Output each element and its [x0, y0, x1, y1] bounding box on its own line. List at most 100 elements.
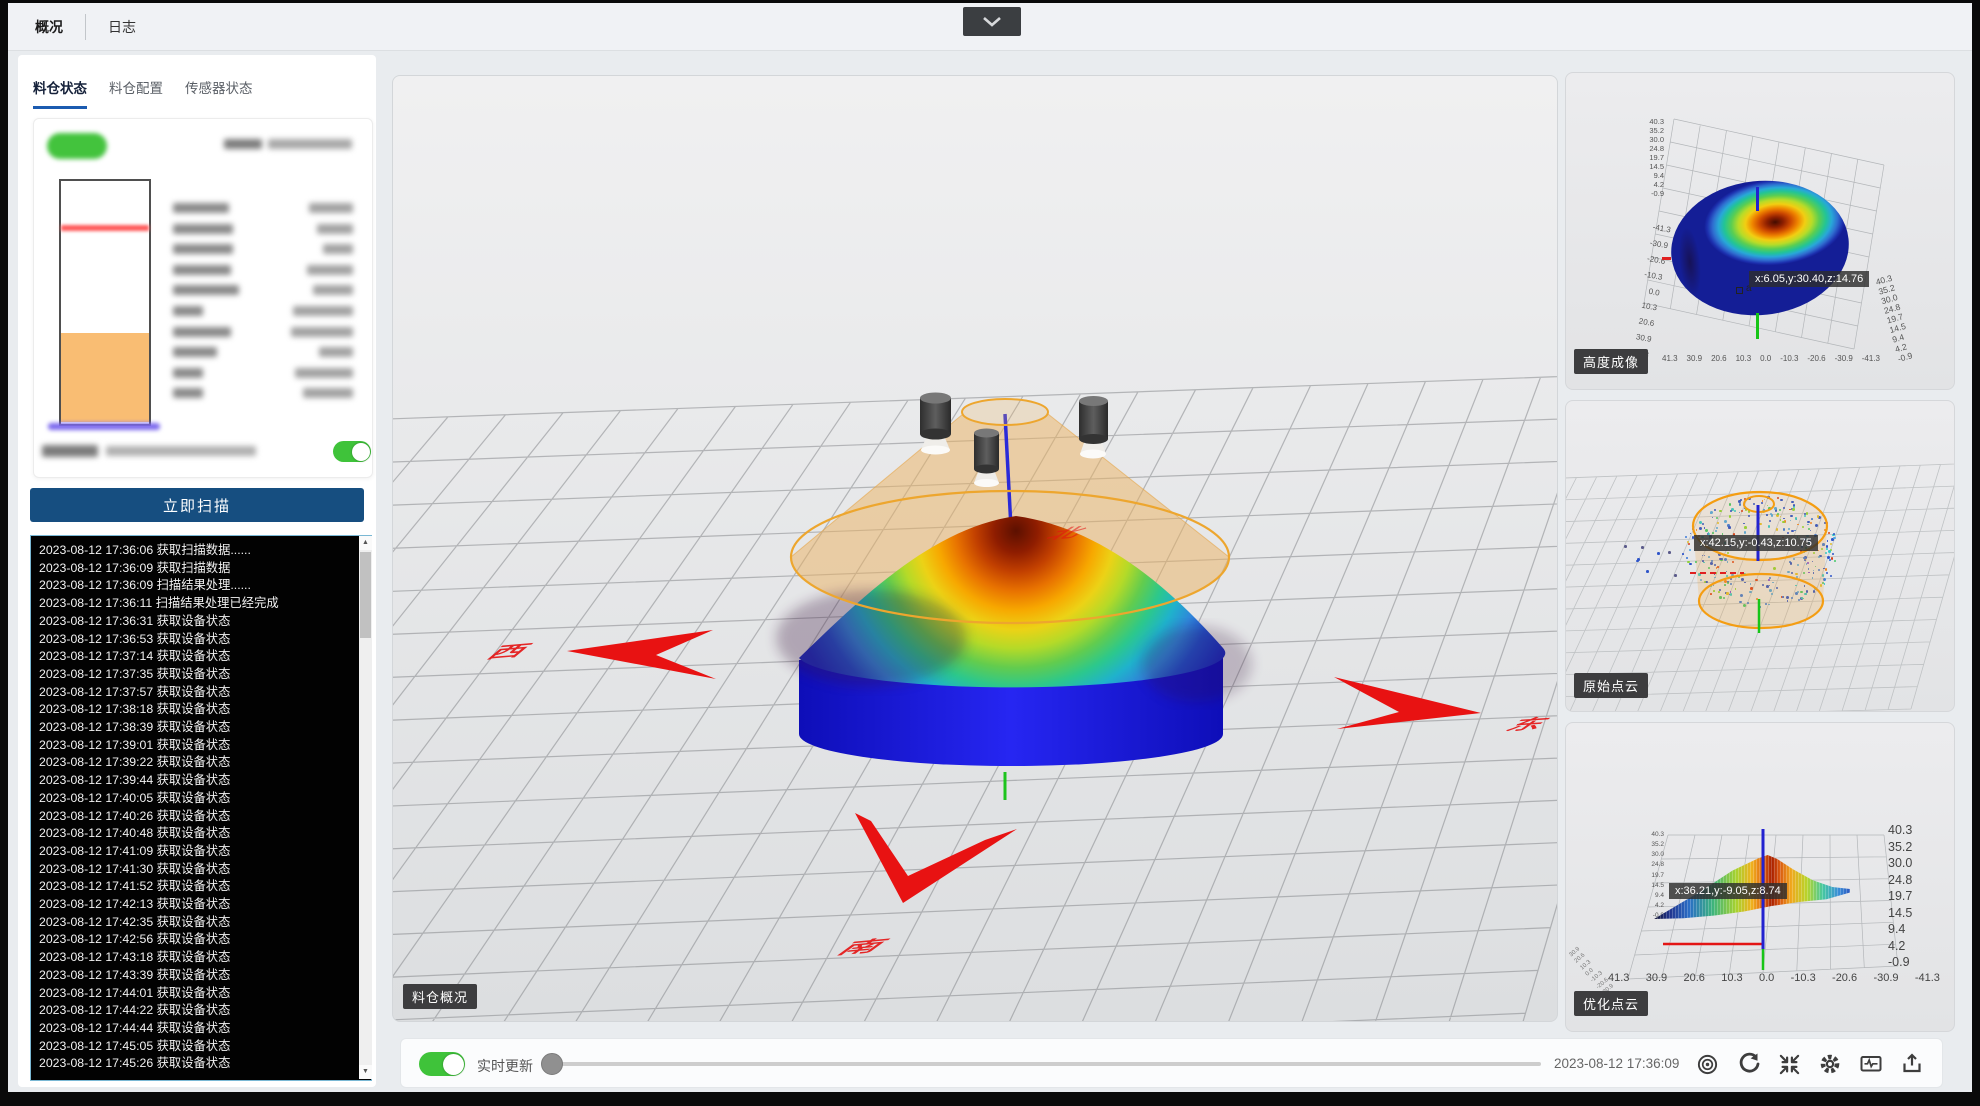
silo-status-card [33, 118, 373, 478]
optimized-cloud-panel[interactable]: 40.3 35.2 30.0 24.8 19.7 14.5 9.4 4.2 -0.9 40.3 3… [1565, 722, 1955, 1032]
log-entry: 2023-08-12 17:41:52 获取设备状态 [39, 879, 231, 894]
picked-point-marker [1736, 287, 1743, 294]
collapse-header-button[interactable] [963, 7, 1021, 36]
timeline-slider-track[interactable] [546, 1062, 1541, 1066]
raw-cloud-label: 原始点云 [1574, 673, 1649, 698]
playback-bar: 实时更新 2023-08-12 17:36:09 [400, 1038, 1943, 1088]
console-scrollbar[interactable]: ▲ ▼ [359, 536, 372, 1079]
settings-icon [1820, 1054, 1840, 1074]
log-entry: 2023-08-12 17:41:30 获取设备状态 [39, 861, 231, 876]
realtime-toggle[interactable] [419, 1052, 465, 1076]
raw-cloud-panel[interactable]: x:42.15,y:-0.43,z:10.75 原始点云 [1565, 400, 1955, 712]
axis-green [1756, 313, 1759, 339]
log-entry: 2023-08-12 17:40:05 获取设备状态 [39, 790, 231, 805]
tab-overview[interactable]: 概况 [35, 17, 63, 37]
sidebar-tab-silo-config[interactable]: 料仓配置 [109, 77, 163, 109]
raw-cloud-tooltip: x:42.15,y:-0.43,z:10.75 [1694, 535, 1818, 551]
compass-arrow-west [567, 630, 716, 679]
monitor-button[interactable] [1857, 1050, 1885, 1078]
monitor-icon [1860, 1056, 1882, 1072]
pile-shadow-left [776, 590, 966, 686]
sidebar-tab-sensor-status[interactable]: 传感器状态 [185, 77, 253, 109]
axis-red [1662, 257, 1671, 260]
height-map-panel[interactable]: 40.3 35.2 30.0 24.8 19.7 14.5 9.4 4.2 -0.9 -41.3… [1565, 72, 1955, 390]
scroll-down-arrow[interactable]: ▼ [359, 1065, 372, 1079]
log-entry: 2023-08-12 17:36:31 获取设备状态 [39, 613, 231, 628]
axis-blue [1756, 187, 1759, 211]
log-entry: 2023-08-12 17:36:53 获取设备状态 [39, 631, 231, 646]
log-entry: 2023-08-12 17:36:09 扫描结果处理...... [39, 578, 251, 593]
sensor-center [974, 428, 999, 487]
gauge-fill-level [61, 333, 149, 422]
height-map-x-ticks: 41.3 30.9 20.6 10.3 0.0 -10.3 -20.6 -30.9 -41.3 [1662, 354, 1880, 363]
tab-log[interactable]: 日志 [108, 17, 136, 37]
scan-now-button[interactable]: 立即扫描 [30, 488, 364, 522]
log-console[interactable]: 2023-08-12 17:36:06 获取扫描数据...... 2023-08-… [30, 535, 372, 1081]
log-entry: 2023-08-12 17:45:05 获取设备状态 [39, 1038, 231, 1053]
gauge-baseline [48, 423, 160, 430]
silo-auto-toggle[interactable] [333, 441, 371, 462]
raw-cloud-overlay [1690, 490, 1829, 633]
locate-button[interactable] [1693, 1050, 1721, 1078]
redacted-label [224, 139, 262, 149]
silo-3d-scene [567, 392, 1481, 903]
toolbar-icons [1693, 1050, 1926, 1078]
log-entry: 2023-08-12 17:37:35 获取设备状态 [39, 666, 231, 681]
silo-level-gauge [59, 179, 151, 426]
toggle-knob [442, 1053, 464, 1075]
log-entry: 2023-08-12 17:38:39 获取设备状态 [39, 720, 231, 735]
optimized-cloud-tooltip: x:36.21,y:-9.05,z:8.74 [1669, 883, 1787, 899]
compass-arrow-south [855, 813, 1017, 903]
shrink-button[interactable] [1775, 1050, 1803, 1078]
scroll-up-arrow[interactable]: ▲ [359, 536, 372, 550]
sensor-right [1079, 396, 1108, 459]
refresh-button[interactable] [1734, 1050, 1762, 1078]
height-map-label: 高度成像 [1574, 349, 1649, 374]
realtime-label: 实时更新 [477, 1058, 533, 1074]
log-entry: 2023-08-12 17:43:39 获取设备状态 [39, 967, 231, 982]
silo-3d-view[interactable]: 西 南 北 东 料仓概况 [392, 75, 1558, 1022]
redacted-footer-time [106, 446, 256, 456]
sidebar: 料仓状态 料仓配置 传感器状态 立即扫描 2023-08-12 17:36:06… [18, 55, 376, 1087]
log-entry: 2023-08-12 17:39:01 获取设备状态 [39, 737, 231, 752]
sidebar-tabs: 料仓状态 料仓配置 传感器状态 [33, 77, 253, 109]
pile-shadow-right [1142, 626, 1252, 702]
settings-button[interactable] [1816, 1050, 1844, 1078]
export-icon [1903, 1053, 1921, 1073]
scan-ring-small [961, 398, 1049, 426]
status-badge [47, 133, 107, 159]
log-entry: 2023-08-12 17:43:18 获取设备状态 [39, 950, 231, 965]
export-button[interactable] [1898, 1050, 1926, 1078]
height-map-z-ticks: 40.3 35.2 30.0 24.8 19.7 14.5 9.4 4.2 -0.9 [1649, 117, 1664, 198]
toggle-knob [351, 442, 370, 461]
log-entry: 2023-08-12 17:42:35 获取设备状态 [39, 914, 231, 929]
chevron-down-icon [983, 17, 1001, 27]
scrollbar-thumb[interactable] [360, 552, 371, 638]
optimized-cloud-label: 优化点云 [1574, 991, 1649, 1016]
log-entry: 2023-08-12 17:36:09 获取扫描数据 [39, 560, 231, 575]
log-entry: 2023-08-12 17:44:44 获取设备状态 [39, 1020, 231, 1035]
log-entry: 2023-08-12 17:40:26 获取设备状态 [39, 808, 231, 823]
log-entry: 2023-08-12 17:39:22 获取设备状态 [39, 755, 231, 770]
sidebar-tab-silo-status[interactable]: 料仓状态 [33, 77, 87, 109]
timeline-slider-handle[interactable] [541, 1053, 563, 1075]
redacted-value [268, 139, 352, 149]
compass-arrow-east [1334, 677, 1481, 729]
main-view-label: 料仓概况 [403, 984, 478, 1009]
locate-icon [1697, 1054, 1717, 1074]
log-entry: 2023-08-12 17:38:18 获取设备状态 [39, 702, 231, 717]
shrink-icon [1779, 1054, 1799, 1074]
log-entry: 2023-08-12 17:44:01 获取设备状态 [39, 985, 231, 1000]
log-entry: 2023-08-12 17:40:48 获取设备状态 [39, 826, 231, 841]
optimized-axes [1663, 829, 1765, 970]
top-navigation: 概况 日志 [8, 3, 1972, 51]
log-entry: 2023-08-12 17:42:13 获取设备状态 [39, 897, 231, 912]
log-entry: 2023-08-12 17:41:09 获取设备状态 [39, 843, 231, 858]
tab-divider [85, 13, 86, 40]
gauge-alert-line [61, 225, 149, 231]
log-entry: 2023-08-12 17:42:56 获取设备状态 [39, 932, 231, 947]
log-entry: 2023-08-12 17:37:57 获取设备状态 [39, 684, 231, 699]
redacted-footer-label [42, 445, 98, 457]
log-entry: 2023-08-12 17:36:06 获取扫描数据...... [39, 543, 251, 557]
height-map-tooltip: x:6.05,y:30.40,z:14.76 [1749, 271, 1870, 287]
